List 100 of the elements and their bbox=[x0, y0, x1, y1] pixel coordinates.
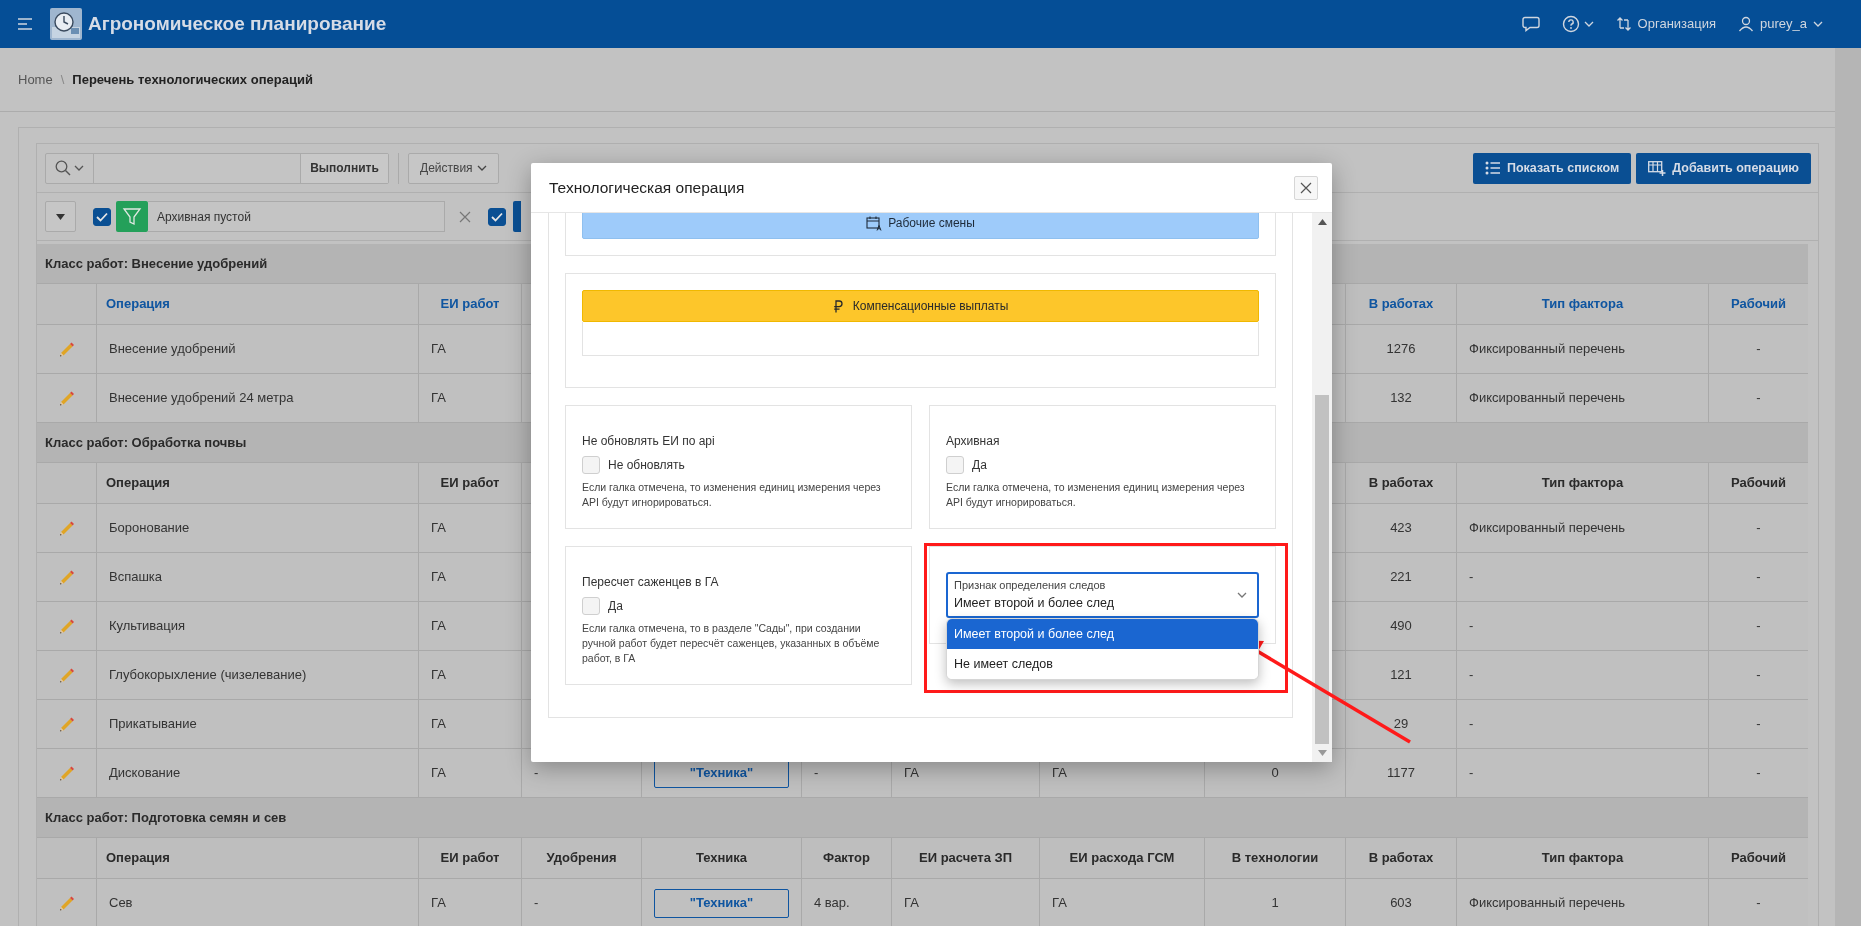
table-cell-text: Внесение удобрений 24 метра bbox=[109, 389, 294, 408]
chevron-down-icon bbox=[1237, 592, 1247, 598]
close-button[interactable] bbox=[1294, 175, 1318, 200]
check-icon bbox=[491, 211, 503, 222]
actions-button[interactable]: Действия bbox=[408, 152, 499, 184]
triangle-down-icon bbox=[56, 213, 65, 220]
breadcrumb-link[interactable]: Home bbox=[18, 69, 53, 90]
column-header[interactable]: Рабочий bbox=[1731, 294, 1786, 314]
pencil-icon[interactable] bbox=[57, 715, 76, 733]
table-cell-text: ГА bbox=[1052, 894, 1067, 913]
check-icon bbox=[96, 211, 108, 222]
table-cell-text: 603 bbox=[1390, 894, 1412, 913]
column-header: Фактор bbox=[823, 849, 870, 868]
table-cell-text: 1 bbox=[1271, 894, 1279, 913]
dropdown-option[interactable]: Не имеет следов bbox=[947, 649, 1258, 679]
group-header: Класс работ: Обработка почвы bbox=[45, 433, 247, 452]
checkbox[interactable] bbox=[946, 456, 964, 474]
list-icon bbox=[1485, 161, 1501, 175]
collapse-toggle[interactable] bbox=[45, 201, 76, 232]
table-cell-text: Вспашка bbox=[109, 568, 163, 587]
pencil-icon[interactable] bbox=[57, 666, 76, 684]
filter-icon bbox=[513, 201, 521, 232]
column-header[interactable]: В работах bbox=[1368, 294, 1434, 314]
help-icon[interactable] bbox=[1561, 15, 1580, 33]
column-header: В работах bbox=[1368, 849, 1434, 868]
pencil-icon[interactable] bbox=[57, 894, 76, 912]
select-field[interactable]: Признак определения следов Имеет второй и более след bbox=[946, 572, 1259, 618]
table-cell-text: 132 bbox=[1390, 389, 1412, 408]
pencil-icon[interactable] bbox=[57, 617, 76, 635]
equipment-button[interactable]: "Техника" bbox=[654, 888, 789, 918]
go-button[interactable]: Выполнить bbox=[300, 153, 388, 183]
pencil-icon[interactable] bbox=[57, 389, 76, 407]
table-cell-text: Фиксированный перечень bbox=[1469, 894, 1626, 913]
pencil-icon[interactable] bbox=[57, 568, 76, 586]
table-cell-text: ГА bbox=[431, 764, 446, 783]
column-header: В работах bbox=[1368, 474, 1434, 493]
shifts-button[interactable]: Рабочие смены bbox=[582, 213, 1259, 239]
table-cell-text: Фиксированный перечень bbox=[1469, 519, 1626, 538]
compensation-button[interactable]: Компенсационные выплаты bbox=[582, 290, 1259, 322]
table-cell-text: - bbox=[1469, 715, 1474, 734]
checkbox[interactable] bbox=[582, 597, 600, 615]
field-value: Имеет второй и более след bbox=[954, 594, 1115, 612]
pencil-icon[interactable] bbox=[57, 519, 76, 537]
table-cell-text: 0 bbox=[1271, 764, 1279, 783]
table-cell-text: 29 bbox=[1393, 715, 1409, 734]
column-header: ЕИ расхода ГСМ bbox=[1069, 849, 1175, 868]
table-cell-text: ГА bbox=[431, 666, 446, 685]
column-header: ЕИ работ bbox=[440, 849, 500, 868]
field-label: Не обновлять ЕИ по api bbox=[582, 433, 716, 450]
column-header[interactable]: Операция bbox=[106, 294, 170, 314]
filter-field[interactable]: Архивная пустой bbox=[148, 201, 445, 232]
organization-button[interactable]: Организация bbox=[1615, 14, 1716, 34]
dropdown-option[interactable]: Имеет второй и более след bbox=[947, 619, 1258, 649]
table-cell-text: ГА bbox=[431, 617, 446, 636]
pencil-icon[interactable] bbox=[57, 340, 76, 358]
table-cell-text: - bbox=[814, 764, 819, 783]
column-header: Операция bbox=[106, 849, 170, 868]
table-cell-text: - bbox=[1756, 519, 1761, 538]
filter-checkbox[interactable] bbox=[488, 207, 506, 226]
caret-icon bbox=[1583, 21, 1594, 27]
table-cell-text: - bbox=[534, 764, 539, 783]
table-cell-text: Внесение удобрений bbox=[109, 340, 236, 359]
user-menu-button[interactable]: purey_a bbox=[1738, 14, 1823, 34]
table-cell-text: Фиксированный перечень bbox=[1469, 340, 1626, 359]
close-icon bbox=[1300, 181, 1312, 194]
pencil-icon[interactable] bbox=[57, 764, 76, 782]
close-icon[interactable] bbox=[459, 210, 471, 223]
scrollbar[interactable] bbox=[1312, 213, 1332, 762]
column-header: ЕИ расчета ЗП bbox=[919, 849, 1012, 868]
caret-icon bbox=[1813, 21, 1823, 27]
table-cell-text: - bbox=[1756, 617, 1761, 636]
chat-icon[interactable] bbox=[1521, 16, 1540, 32]
search-icon[interactable] bbox=[55, 160, 71, 176]
table-cell-text: ГА bbox=[431, 340, 446, 359]
table-cell-text: Культивация bbox=[109, 617, 186, 636]
scroll-up-icon[interactable] bbox=[1317, 219, 1327, 225]
filter-checkbox[interactable] bbox=[93, 207, 111, 226]
page-scrollbar[interactable] bbox=[1835, 48, 1861, 926]
table-cell-text: - bbox=[1756, 568, 1761, 587]
column-header: Операция bbox=[106, 474, 170, 493]
table-cell-text: - bbox=[534, 894, 539, 913]
checkbox-label: Не обновлять bbox=[608, 457, 685, 474]
table-cell-text: ГА bbox=[1052, 764, 1067, 783]
table-cell-text: - bbox=[1469, 617, 1474, 636]
table-cell-text: ГА bbox=[431, 389, 446, 408]
caret-icon bbox=[476, 165, 487, 171]
table-cell-text: ГА bbox=[904, 894, 919, 913]
list-view-button[interactable]: Показать списком bbox=[1473, 152, 1632, 184]
add-operation-button[interactable]: Добавить операцию bbox=[1636, 152, 1811, 184]
table-cell-text: 4 вар. bbox=[814, 894, 850, 913]
table-cell-text: - bbox=[1469, 568, 1474, 587]
logo-icon bbox=[50, 8, 82, 40]
column-header[interactable]: ЕИ работ bbox=[440, 294, 500, 314]
ruble-icon bbox=[832, 299, 843, 313]
column-header[interactable]: Тип фактора bbox=[1541, 294, 1624, 314]
search-field[interactable]: Выполнить bbox=[45, 152, 389, 184]
table-cell-text: ГА bbox=[431, 894, 446, 913]
menu-icon[interactable] bbox=[18, 18, 33, 30]
table-cell-text: - bbox=[1469, 666, 1474, 685]
checkbox[interactable] bbox=[582, 456, 600, 474]
